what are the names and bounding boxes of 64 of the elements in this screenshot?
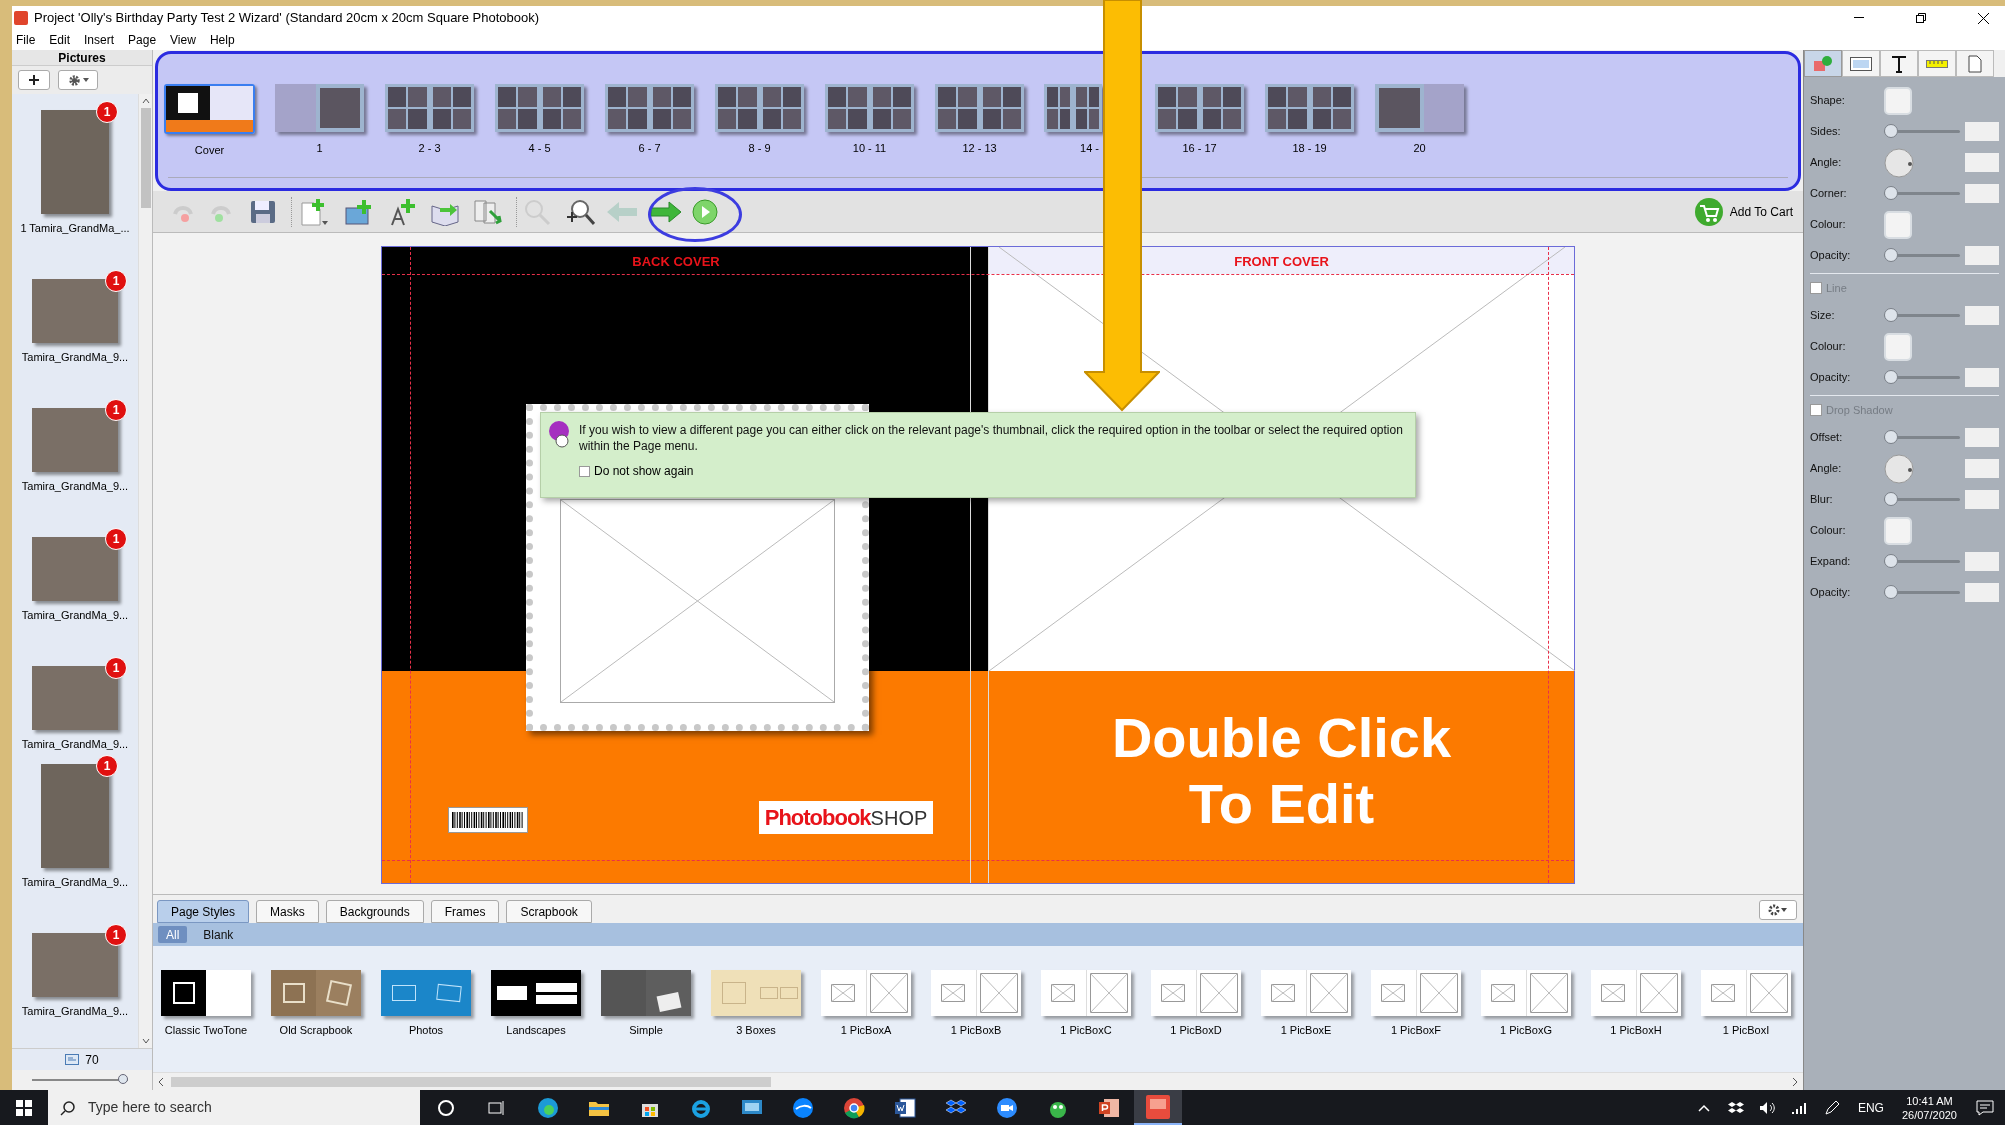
- field-label: Shape:: [1810, 93, 1846, 109]
- page-label: 18 - 19: [1292, 141, 1327, 156]
- page-label: 8 - 9: [748, 141, 771, 156]
- field-label: Opacity:: [1810, 585, 1852, 601]
- count-badge: 1: [105, 656, 127, 679]
- photo-label: Tamira_GrandMa_9...: [21, 607, 129, 623]
- style-label: 1 PicBoxF: [1390, 1023, 1442, 1038]
- style-label: 1 PicBoxB: [950, 1023, 1002, 1038]
- checkbox-label: Do not show again: [594, 463, 694, 480]
- page-label: 4 - 5: [528, 141, 551, 156]
- panel-title: Pictures: [58, 49, 106, 67]
- field-label: Opacity:: [1810, 370, 1852, 386]
- page-label: 16 - 17: [1182, 141, 1217, 156]
- style-label: Old Scrapbook: [279, 1023, 353, 1038]
- cover-label: FRONT COVER: [1233, 253, 1330, 271]
- page-label: 12 - 13: [962, 141, 997, 156]
- field-label: Angle:: [1810, 155, 1843, 171]
- count-badge: 1: [105, 527, 127, 550]
- photo-label: Tamira_GrandMa_9...: [21, 736, 129, 752]
- field-label: Sides:: [1810, 124, 1842, 140]
- style-label: 1 PicBoxD: [1170, 1023, 1222, 1038]
- page-label: 1: [316, 141, 323, 156]
- style-label: Simple: [629, 1023, 663, 1038]
- style-label: 1 PicBoxH: [1610, 1023, 1662, 1038]
- field-label: Colour:: [1810, 217, 1847, 233]
- count-badge: 1: [96, 100, 118, 123]
- field-label: Opacity:: [1810, 248, 1852, 264]
- style-label: 3 Boxes: [736, 1023, 776, 1038]
- photo-label: 1 Tamira_GrandMa_...: [20, 220, 130, 236]
- logo: PhotobookSHOP: [759, 801, 933, 834]
- picture-count: 70: [85, 1051, 99, 1069]
- page-label: 14 -: [1080, 141, 1099, 156]
- style-label: Classic TwoTone: [164, 1023, 248, 1038]
- field-label: Colour:: [1810, 523, 1847, 539]
- style-label: Landscapes: [506, 1023, 566, 1038]
- cover-label: BACK COVER: [631, 253, 721, 271]
- count-badge: 1: [105, 269, 127, 292]
- style-label: 1 PicBoxA: [840, 1023, 892, 1038]
- page-label: 6 - 7: [638, 141, 661, 156]
- field-label: Angle:: [1810, 461, 1843, 477]
- count-badge: 1: [105, 398, 127, 421]
- window-title: Project 'Olly's Birthday Party Test 2 Wizard' (Standard 20cm x 20cm Square Photobook): [34, 9, 540, 28]
- field-label: Colour:: [1810, 339, 1847, 355]
- page-label: 20: [1413, 141, 1426, 156]
- photo-label: Tamira_GrandMa_9...: [21, 478, 129, 494]
- page-label: 10 - 11: [852, 141, 887, 156]
- photo-label: Tamira_GrandMa_9...: [21, 874, 129, 890]
- field-label: Blur:: [1810, 492, 1834, 508]
- style-label: 1 PicBoxG: [1500, 1023, 1552, 1038]
- style-label: 1 PicBoxE: [1280, 1023, 1332, 1038]
- field-label: Corner:: [1810, 186, 1848, 202]
- page-label: Cover: [194, 143, 225, 158]
- style-label: 1 PicBoxC: [1060, 1023, 1112, 1038]
- style-label: Photos: [408, 1023, 444, 1038]
- field-label: Offset:: [1810, 430, 1844, 446]
- photo-label: Tamira_GrandMa_9...: [21, 349, 129, 365]
- field-label: Expand:: [1810, 554, 1852, 570]
- style-label: 1 PicBoxI: [1722, 1023, 1770, 1038]
- photo-label: Tamira_GrandMa_9...: [21, 1003, 129, 1019]
- tip-message: If you wish to view a different page you can either click on the relevant page's thumbnail, click the required option in the toolbar or select the required option within the Page menu.: [579, 422, 1404, 454]
- field-label: Size:: [1810, 308, 1836, 324]
- count-badge: 1: [96, 754, 118, 777]
- page-label: 2 - 3: [418, 141, 441, 156]
- count-badge: 1: [105, 923, 127, 946]
